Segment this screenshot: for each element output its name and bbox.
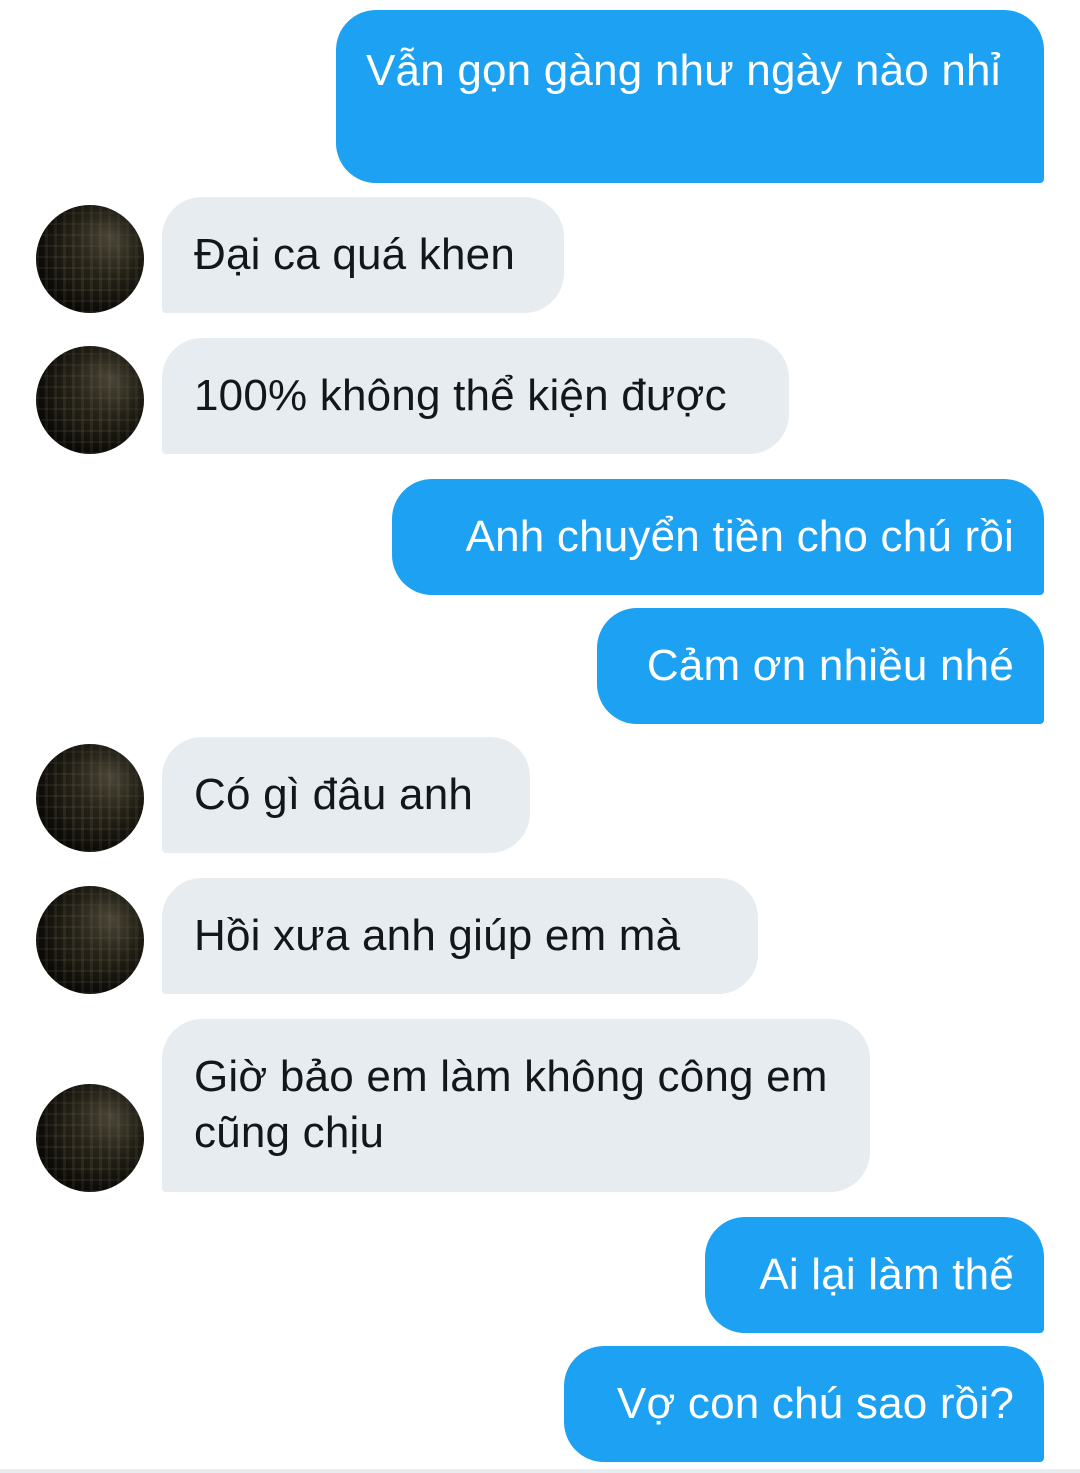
message-text: Ai lại làm thế	[759, 1250, 1014, 1299]
message-text: Đại ca quá khen	[194, 230, 515, 279]
incoming-message[interactable]: Có gì đâu anh	[162, 737, 530, 853]
incoming-message[interactable]: Đại ca quá khen	[162, 197, 564, 313]
incoming-message[interactable]: Giờ bảo em làm không công em cũng chịu	[162, 1019, 870, 1192]
outgoing-message[interactable]: Anh chuyển tiền cho chú rồi	[392, 479, 1044, 595]
message-text: Vẫn gọn gàng như ngày nào nhỉ	[366, 46, 1001, 95]
message-text: 100% không thể kiện được	[194, 371, 727, 420]
contact-avatar[interactable]	[36, 744, 144, 852]
contact-avatar[interactable]	[36, 886, 144, 994]
outgoing-message[interactable]: Ai lại làm thế	[705, 1217, 1044, 1333]
outgoing-message[interactable]: Vợ con chú sao rồi?	[564, 1346, 1044, 1462]
outgoing-message[interactable]: Cảm ơn nhiều nhé	[597, 608, 1044, 724]
message-text: Hồi xưa anh giúp em mà	[194, 911, 681, 960]
message-text: Anh chuyển tiền cho chú rồi	[465, 512, 1014, 561]
message-text: Vợ con chú sao rồi?	[616, 1379, 1014, 1428]
incoming-message[interactable]: Hồi xưa anh giúp em mà	[162, 878, 758, 994]
message-text: Có gì đâu anh	[194, 770, 474, 819]
contact-avatar[interactable]	[36, 1084, 144, 1192]
outgoing-message[interactable]: Vẫn gọn gàng như ngày nào nhỉ	[336, 10, 1044, 183]
conversation-thread: Vẫn gọn gàng như ngày nào nhỉ Đại ca quá…	[0, 0, 1080, 1473]
contact-avatar[interactable]	[36, 205, 144, 313]
divider	[0, 1469, 1080, 1473]
message-text: Cảm ơn nhiều nhé	[646, 641, 1014, 690]
contact-avatar[interactable]	[36, 346, 144, 454]
message-text: Giờ bảo em làm không công em cũng chịu	[194, 1052, 828, 1157]
incoming-message[interactable]: 100% không thể kiện được	[162, 338, 789, 454]
